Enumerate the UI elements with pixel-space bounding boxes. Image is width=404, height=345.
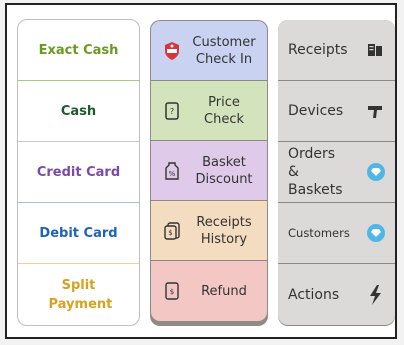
diamond-badge-icon (367, 163, 385, 181)
receipts-history-label: Receipts History (196, 214, 252, 247)
devices-label: Devices (288, 103, 344, 119)
debit-card-button[interactable]: Debit Card (18, 203, 139, 264)
scanner-gun-icon (365, 101, 385, 121)
customers-label: Customers (288, 226, 350, 240)
actions-label: Actions (288, 286, 340, 303)
discount-tag-icon: % (161, 159, 183, 183)
diamond-badge-icon (367, 224, 385, 242)
receipt-history-icon: $ (161, 219, 183, 243)
receipts-history-button[interactable]: $ Receipts History (151, 201, 267, 261)
credit-card-button[interactable]: Credit Card (18, 142, 139, 203)
receipts-label: Receipts (288, 42, 348, 58)
badge-icon (161, 39, 183, 63)
exact-cash-button[interactable]: Exact Cash (18, 20, 139, 81)
navigation-panel: Receipts Devices Orders & Baskets Custom… (278, 20, 395, 326)
price-tag-icon: ? (161, 99, 183, 123)
split-payment-button[interactable]: Split Payment (18, 264, 139, 325)
payment-methods-panel: Exact Cash Cash Credit Card Debit Card S… (17, 19, 140, 326)
basket-discount-label: Basket Discount (195, 154, 253, 187)
refund-icon: $ (161, 279, 183, 303)
svg-text:%: % (169, 170, 176, 178)
cash-button[interactable]: Cash (18, 81, 139, 142)
credit-card-label: Credit Card (36, 164, 121, 180)
customer-check-in-button[interactable]: Customer Check In (151, 21, 267, 81)
refund-button[interactable]: $ Refund (151, 261, 267, 321)
actions-button[interactable]: Actions (278, 264, 395, 325)
refund-label: Refund (201, 283, 247, 299)
customer-check-in-label: Customer Check In (192, 34, 256, 67)
exact-cash-label: Exact Cash (38, 42, 119, 58)
basket-discount-button[interactable]: % Basket Discount (151, 141, 267, 201)
receipts-button[interactable]: Receipts (278, 20, 395, 81)
price-check-button[interactable]: ? Price Check (151, 81, 267, 141)
price-check-label: Price Check (204, 94, 244, 127)
customers-button[interactable]: Customers (278, 203, 395, 264)
orders-baskets-label: Orders & Baskets (288, 146, 343, 198)
actions-panel: Customer Check In ? Price Check % Basket… (150, 20, 268, 326)
receipt-printer-icon (365, 40, 385, 60)
cash-label: Cash (60, 103, 97, 119)
svg-text:?: ? (170, 107, 174, 116)
orders-baskets-button[interactable]: Orders & Baskets (278, 142, 395, 203)
lightning-icon (365, 284, 385, 305)
debit-card-label: Debit Card (39, 225, 118, 241)
svg-text:$: $ (170, 288, 174, 296)
split-payment-label: Split Payment (48, 277, 113, 312)
devices-button[interactable]: Devices (278, 81, 395, 142)
svg-text:$: $ (168, 229, 172, 237)
